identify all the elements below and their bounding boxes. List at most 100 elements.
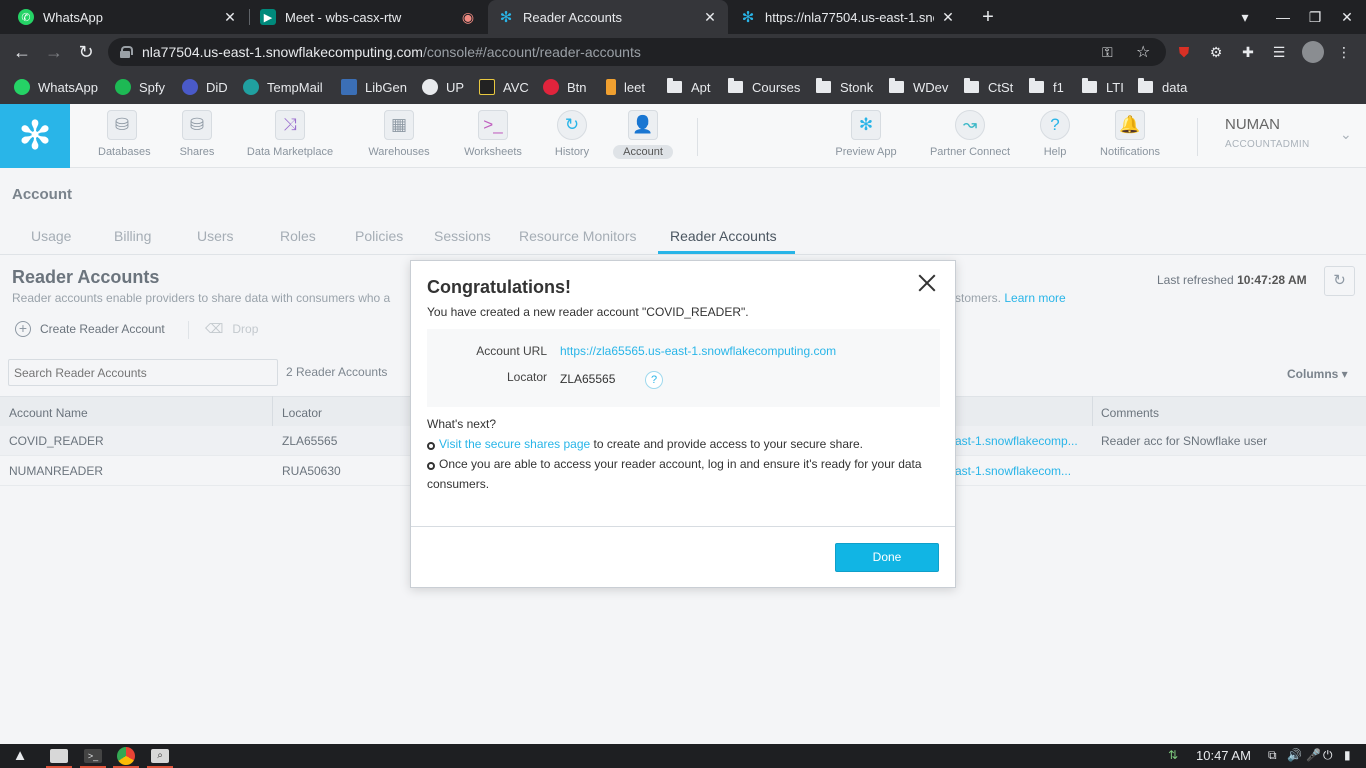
columns-dropdown[interactable]: Columns ▾ — [1287, 367, 1348, 381]
bookmark-folder-ctst[interactable]: CtSt — [964, 78, 1013, 96]
maximize-icon[interactable]: ❐ — [1304, 6, 1326, 28]
nav-notifications[interactable]: 🔔 Notifications — [1092, 110, 1168, 164]
extensions-icon[interactable]: ✚ — [1238, 42, 1258, 62]
column-header-account-name[interactable]: Account Name — [9, 406, 88, 420]
tab-search-icon[interactable]: ▾ — [1234, 6, 1256, 28]
terminal-icon[interactable]: >_ — [84, 749, 102, 763]
bookmark-tempmail[interactable]: TempMail — [243, 78, 323, 96]
key-icon[interactable]: ⚿ — [1102, 44, 1113, 61]
profile-avatar-icon[interactable] — [1302, 41, 1324, 63]
nav-shares[interactable]: ⛁ Shares — [172, 110, 222, 164]
search-input[interactable] — [8, 359, 278, 386]
app-header: ✻ ⛁ Databases ⛁ Shares ⤨ Data Marketplace ▦… — [0, 104, 1366, 168]
bookmark-up[interactable]: UP — [422, 78, 464, 96]
bookmark-folder-courses[interactable]: Courses — [728, 78, 800, 96]
files-icon[interactable] — [50, 749, 68, 763]
account-url-link[interactable]: https://zla65565.us-east-1.snowflakecomp… — [560, 344, 836, 358]
minimize-icon[interactable]: — — [1272, 6, 1294, 28]
address-bar[interactable]: nla77504.us-east-1.snowflakecomputing.co… — [108, 38, 1166, 66]
bookmark-folder-wdev[interactable]: WDev — [889, 78, 948, 96]
close-icon[interactable]: ✕ — [940, 9, 956, 26]
network-tray-icon[interactable]: ⇅ — [1168, 748, 1178, 762]
bookmark-label: leet — [624, 79, 645, 95]
cell-account-name: COVID_READER — [9, 434, 104, 448]
tab-sessions[interactable]: Sessions — [434, 228, 491, 244]
nav-partner-connect[interactable]: ↝ Partner Connect — [922, 110, 1018, 164]
notifications-tray-icon[interactable]: ▮ — [1344, 748, 1351, 762]
last-refreshed-label: Last refreshed — [1157, 273, 1234, 287]
done-button[interactable]: Done — [835, 543, 939, 572]
tab-usage[interactable]: Usage — [31, 228, 71, 244]
cell-url-link[interactable]: ast-1.snowflakecomp... — [955, 434, 1078, 448]
nav-worksheets[interactable]: >_ Worksheets — [456, 110, 530, 164]
nav-help[interactable]: ? Help — [1036, 110, 1074, 164]
create-reader-account-button[interactable]: + Create Reader Account — [15, 321, 165, 337]
bookmark-leet[interactable]: leet — [606, 78, 645, 96]
microphone-icon[interactable]: 🎤 — [1306, 748, 1321, 762]
tab-users[interactable]: Users — [197, 228, 234, 244]
nav-history[interactable]: ↻ History — [547, 110, 597, 164]
close-icon[interactable]: ✕ — [222, 9, 238, 26]
clock[interactable]: 10:47 AM — [1196, 748, 1251, 763]
tempmail-icon — [243, 79, 259, 95]
tab-billing[interactable]: Billing — [114, 228, 151, 244]
tab-snowflake-url[interactable]: ✻ https://nla77504.us-east-1.sno ✕ — [730, 0, 966, 34]
window-close-icon[interactable]: ✕ — [1336, 6, 1358, 28]
help-icon[interactable]: ? — [645, 371, 663, 389]
media-icon[interactable]: ☰ — [1269, 42, 1289, 62]
close-icon[interactable] — [917, 273, 937, 293]
secure-shares-link[interactable]: Visit the secure shares page — [439, 437, 590, 451]
bookmark-star-icon[interactable]: ☆ — [1136, 42, 1150, 62]
snowflake-logo-icon[interactable]: ✻ — [0, 104, 70, 168]
new-tab-button[interactable]: + — [977, 6, 999, 28]
refresh-button[interactable]: ↻ — [1324, 266, 1355, 296]
power-icon[interactable]: ⏻ — [1323, 748, 1333, 763]
search-app-icon[interactable]: ⌕ — [151, 749, 169, 763]
ublock-icon[interactable]: ⛊ — [1174, 42, 1194, 62]
forward-arrow-icon[interactable]: → — [42, 40, 66, 64]
bookmark-folder-data[interactable]: data — [1138, 78, 1187, 96]
column-header-comments[interactable]: Comments — [1101, 406, 1159, 420]
bookmark-did[interactable]: DiD — [182, 78, 228, 96]
drop-button[interactable]: ⌫ Drop — [205, 321, 258, 337]
bookmark-whatsapp[interactable]: WhatsApp — [14, 78, 98, 96]
tab-whatsapp[interactable]: ✆ WhatsApp ✕ — [8, 0, 248, 34]
bookmark-btn[interactable]: Btn — [543, 78, 587, 96]
bookmark-folder-lti[interactable]: LTI — [1082, 78, 1124, 96]
back-arrow-icon[interactable]: ← — [10, 40, 34, 64]
tab-meet[interactable]: ▶ Meet - wbs-casx-rtw ◉ — [250, 0, 486, 34]
volume-icon[interactable]: 🔊 — [1287, 748, 1302, 762]
learn-more-link[interactable]: Learn more — [1004, 291, 1065, 305]
network-icon[interactable]: ⧉ — [1268, 748, 1277, 763]
bookmark-folder-apt[interactable]: Apt — [667, 78, 711, 96]
close-icon[interactable]: ✕ — [702, 9, 718, 26]
launcher-icon[interactable]: ▲ — [11, 747, 29, 765]
tab-policies[interactable]: Policies — [355, 228, 403, 244]
cell-url-link[interactable]: ast-1.snowflakecom... — [955, 464, 1071, 478]
bookmark-folder-stonk[interactable]: Stonk — [816, 78, 873, 96]
tab-reader-accounts[interactable]: Reader Accounts — [670, 228, 777, 244]
menu-dots-icon[interactable]: ⋮ — [1334, 42, 1354, 62]
page-description: Reader accounts enable providers to shar… — [12, 291, 391, 305]
bookmark-libgen[interactable]: LibGen — [341, 78, 407, 96]
folder-icon — [1082, 78, 1097, 93]
bookmark-spfy[interactable]: Spfy — [115, 78, 165, 96]
bookmark-folder-f1[interactable]: f1 — [1029, 78, 1064, 96]
nav-databases[interactable]: ⛁ Databases — [92, 110, 152, 164]
reload-icon[interactable]: ↻ — [74, 40, 98, 64]
nav-account[interactable]: 👤 Account — [613, 110, 673, 164]
spotify-icon — [115, 79, 131, 95]
user-name[interactable]: NUMAN — [1225, 116, 1280, 133]
user-role: ACCOUNTADMIN — [1225, 139, 1310, 150]
tab-resource-monitors[interactable]: Resource Monitors — [519, 228, 637, 244]
nav-data-marketplace[interactable]: ⤨ Data Marketplace — [240, 110, 340, 164]
tab-roles[interactable]: Roles — [280, 228, 316, 244]
tab-reader-accounts[interactable]: ✻ Reader Accounts ✕ — [488, 0, 728, 34]
nav-warehouses[interactable]: ▦ Warehouses — [362, 110, 436, 164]
bookmark-avc[interactable]: AVC — [479, 78, 529, 96]
chrome-icon[interactable] — [117, 747, 135, 765]
gear-icon[interactable]: ⚙ — [1206, 42, 1226, 62]
nav-preview-app[interactable]: ✻ Preview App — [828, 110, 904, 164]
chevron-down-icon[interactable]: ⌄ — [1340, 126, 1352, 143]
column-header-locator[interactable]: Locator — [282, 406, 322, 420]
